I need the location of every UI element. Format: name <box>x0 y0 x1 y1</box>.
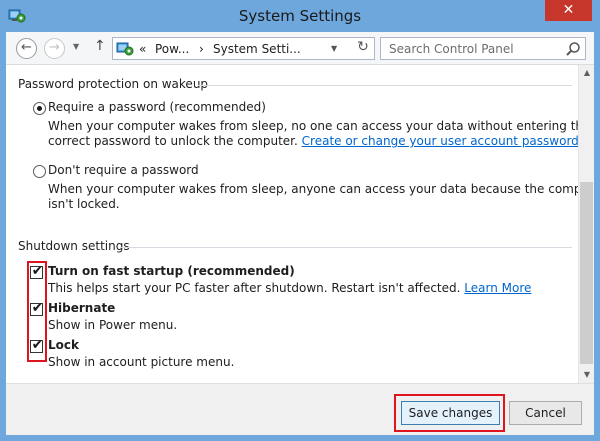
save-changes-button[interactable]: Save changes <box>401 401 500 425</box>
search-box[interactable]: Search Control Panel <box>380 37 586 60</box>
back-button[interactable]: ← <box>16 38 37 59</box>
recent-locations-dropdown[interactable]: ▼ <box>73 42 79 51</box>
vertical-scrollbar[interactable]: ▲ ▼ <box>578 65 594 383</box>
hibernate-label[interactable]: Hibernate <box>48 301 115 315</box>
title-bar: System Settings ✕ <box>0 0 600 32</box>
window: System Settings ✕ ← → ▼ ↑ « Pow... › Sys… <box>0 0 600 441</box>
require-password-desc-2: correct password to unlock the computer.… <box>48 133 578 150</box>
hibernate-desc: Show in Power menu. <box>48 318 178 332</box>
breadcrumb-power-options[interactable]: Pow... <box>155 42 189 56</box>
window-title: System Settings <box>238 7 362 25</box>
close-button[interactable]: ✕ <box>545 0 592 21</box>
radio-selected-dot <box>37 106 42 111</box>
fast-startup-desc-text: This helps start your PC faster after sh… <box>48 281 461 295</box>
fast-startup-label[interactable]: Turn on fast startup (recommended) <box>48 264 295 278</box>
section-divider <box>198 85 572 86</box>
password-section-title: Password protection on wakeup <box>18 77 209 91</box>
change-password-link[interactable]: Create or change your user account passw… <box>302 134 578 148</box>
shutdown-section-title: Shutdown settings <box>18 239 130 253</box>
navigation-bar: ← → ▼ ↑ « Pow... › System Setti... ▼ ↻ S… <box>6 32 594 65</box>
lock-desc: Show in account picture menu. <box>48 355 235 369</box>
dialog-footer: Save changes Cancel <box>6 383 594 435</box>
scroll-up-arrow[interactable]: ▲ <box>579 65 595 81</box>
cancel-button[interactable]: Cancel <box>509 401 582 425</box>
refresh-button[interactable]: ↻ <box>353 39 373 59</box>
require-password-radio[interactable] <box>33 102 46 115</box>
breadcrumb-separator[interactable]: › <box>199 42 204 56</box>
no-password-desc-2: isn't locked. <box>48 197 120 211</box>
forward-button[interactable]: → <box>44 38 65 59</box>
scroll-thumb[interactable] <box>580 182 593 364</box>
address-dropdown[interactable]: ▼ <box>331 44 337 53</box>
section-divider <box>120 247 572 248</box>
settings-content: Password protection on wakeup Require a … <box>6 65 578 383</box>
learn-more-link[interactable]: Learn More <box>464 281 531 295</box>
breadcrumb-overflow[interactable]: « <box>139 42 146 56</box>
search-placeholder: Search Control Panel <box>389 42 514 56</box>
no-password-label[interactable]: Don't require a password <box>48 163 199 177</box>
fast-startup-desc: This helps start your PC faster after sh… <box>48 280 531 297</box>
scroll-down-arrow[interactable]: ▼ <box>579 367 595 383</box>
control-panel-icon <box>116 42 134 56</box>
checkbox-highlight-box <box>27 261 47 362</box>
breadcrumb-system-settings[interactable]: System Setti... <box>213 42 301 56</box>
up-button[interactable]: ↑ <box>94 38 106 54</box>
lock-label[interactable]: Lock <box>48 338 79 352</box>
require-password-label[interactable]: Require a password (recommended) <box>48 100 266 114</box>
require-password-desc-text: correct password to unlock the computer. <box>48 134 298 148</box>
address-bar[interactable]: « Pow... › System Setti... ▼ ↻ <box>112 37 375 60</box>
no-password-desc: When your computer wakes from sleep, any… <box>48 182 578 196</box>
search-icon[interactable] <box>565 41 581 57</box>
no-password-radio[interactable] <box>33 165 46 178</box>
